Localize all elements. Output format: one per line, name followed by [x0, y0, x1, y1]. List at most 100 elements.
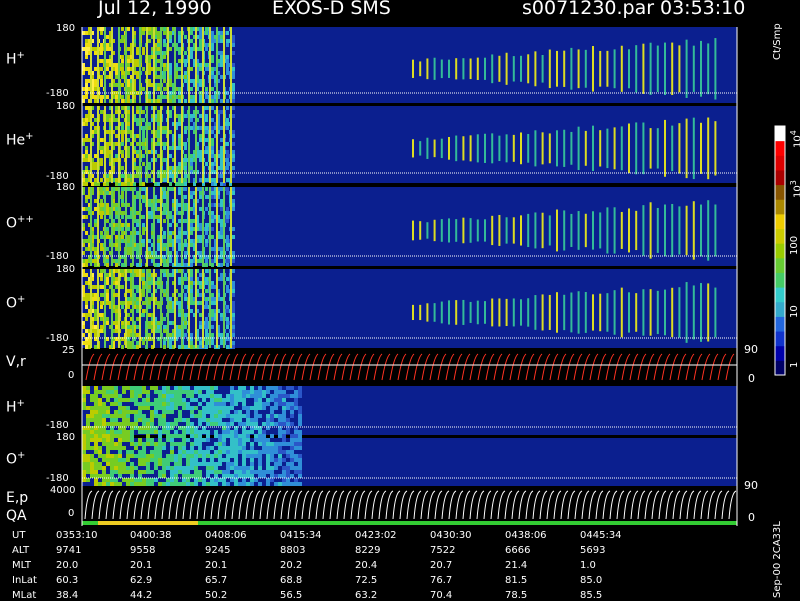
- data-cell: [199, 273, 202, 277]
- data-cell: [157, 47, 160, 51]
- data-cell: [178, 67, 181, 71]
- panel-label-o-plus-low: O+: [6, 450, 26, 468]
- data-cell: [127, 203, 130, 207]
- data-cell: [194, 478, 198, 482]
- data-cell: [90, 418, 94, 422]
- data-cell: [226, 63, 229, 67]
- data-cell: [290, 442, 294, 446]
- data-cell: [198, 442, 202, 446]
- data-cell: [94, 247, 97, 251]
- data-cell: [136, 247, 139, 251]
- data-stripe: [541, 132, 544, 165]
- data-cell: [226, 259, 229, 263]
- data-cell: [115, 247, 118, 251]
- data-cell: [262, 446, 266, 450]
- data-stripe: [714, 204, 717, 257]
- data-cell: [136, 305, 139, 309]
- data-cell: [174, 406, 178, 410]
- data-cell: [286, 478, 290, 482]
- data-cell: [206, 438, 210, 442]
- data-cell: [190, 289, 193, 293]
- data-cell: [106, 227, 109, 231]
- data-cell: [202, 458, 206, 462]
- data-stripe: [174, 187, 176, 266]
- data-cell: [94, 285, 97, 289]
- data-stripe: [476, 300, 479, 325]
- data-cell: [82, 450, 86, 454]
- data-cell: [174, 482, 178, 486]
- data-cell: [127, 239, 130, 243]
- data-cell: [102, 394, 106, 398]
- data-cell: [232, 293, 235, 297]
- data-stripe: [498, 298, 501, 327]
- data-cell: [115, 309, 118, 313]
- data-cell: [232, 63, 235, 67]
- data-cell: [106, 191, 109, 195]
- data-cell: [94, 207, 97, 211]
- data-cell: [157, 35, 160, 39]
- data-cell: [100, 269, 103, 273]
- data-cell: [282, 450, 286, 454]
- data-cell: [148, 211, 151, 215]
- data-cell: [115, 207, 118, 211]
- data-cell: [246, 454, 250, 458]
- data-cell: [169, 305, 172, 309]
- data-cell: [274, 458, 278, 462]
- data-cell: [211, 285, 214, 289]
- data-cell: [232, 191, 235, 195]
- data-cell: [205, 67, 208, 71]
- data-cell: [199, 223, 202, 227]
- data-cell: [286, 450, 290, 454]
- data-stripe: [498, 214, 501, 246]
- data-cell: [115, 329, 118, 333]
- data-cell: [199, 83, 202, 87]
- data-cell: [250, 406, 254, 410]
- data-stripe: [671, 287, 674, 338]
- data-cell: [270, 478, 274, 482]
- data-cell: [178, 122, 181, 126]
- data-stripe: [548, 133, 551, 164]
- data-cell: [158, 446, 162, 450]
- data-cell: [122, 434, 126, 438]
- data-cell: [220, 99, 223, 103]
- data-cell: [220, 174, 223, 178]
- data-cell: [154, 442, 158, 446]
- data-cell: [148, 325, 151, 329]
- data-cell: [166, 454, 170, 458]
- data-cell: [182, 406, 186, 410]
- data-cell: [174, 474, 178, 478]
- data-cell: [148, 199, 151, 203]
- data-stripe: [125, 187, 127, 266]
- data-cell: [262, 442, 266, 446]
- data-stripe: [505, 217, 508, 244]
- colorbar-tick: 103: [789, 180, 800, 198]
- data-cell: [270, 398, 274, 402]
- data-cell: [194, 466, 198, 470]
- data-cell: [190, 55, 193, 59]
- data-cell: [278, 458, 282, 462]
- data-cell: [246, 466, 250, 470]
- data-cell: [242, 430, 246, 434]
- data-cell: [226, 191, 229, 195]
- data-stripe: [426, 137, 429, 159]
- data-cell: [118, 406, 122, 410]
- data-cell: [169, 35, 172, 39]
- data-cell: [205, 114, 208, 118]
- data-cell: [190, 406, 194, 410]
- data-cell: [110, 438, 114, 442]
- data-cell: [121, 215, 124, 219]
- data-cell: [205, 150, 208, 154]
- data-stripe: [202, 187, 204, 266]
- data-cell: [222, 398, 226, 402]
- data-cell: [150, 482, 154, 486]
- data-cell: [250, 418, 254, 422]
- data-cell: [246, 434, 250, 438]
- data-cell: [126, 430, 130, 434]
- data-cell: [169, 223, 172, 227]
- data-cell: [232, 317, 235, 321]
- data-cell: [122, 386, 126, 390]
- data-cell: [115, 158, 118, 162]
- colorbar-segment: [775, 287, 785, 303]
- data-cell: [258, 414, 262, 418]
- data-cell: [121, 273, 124, 277]
